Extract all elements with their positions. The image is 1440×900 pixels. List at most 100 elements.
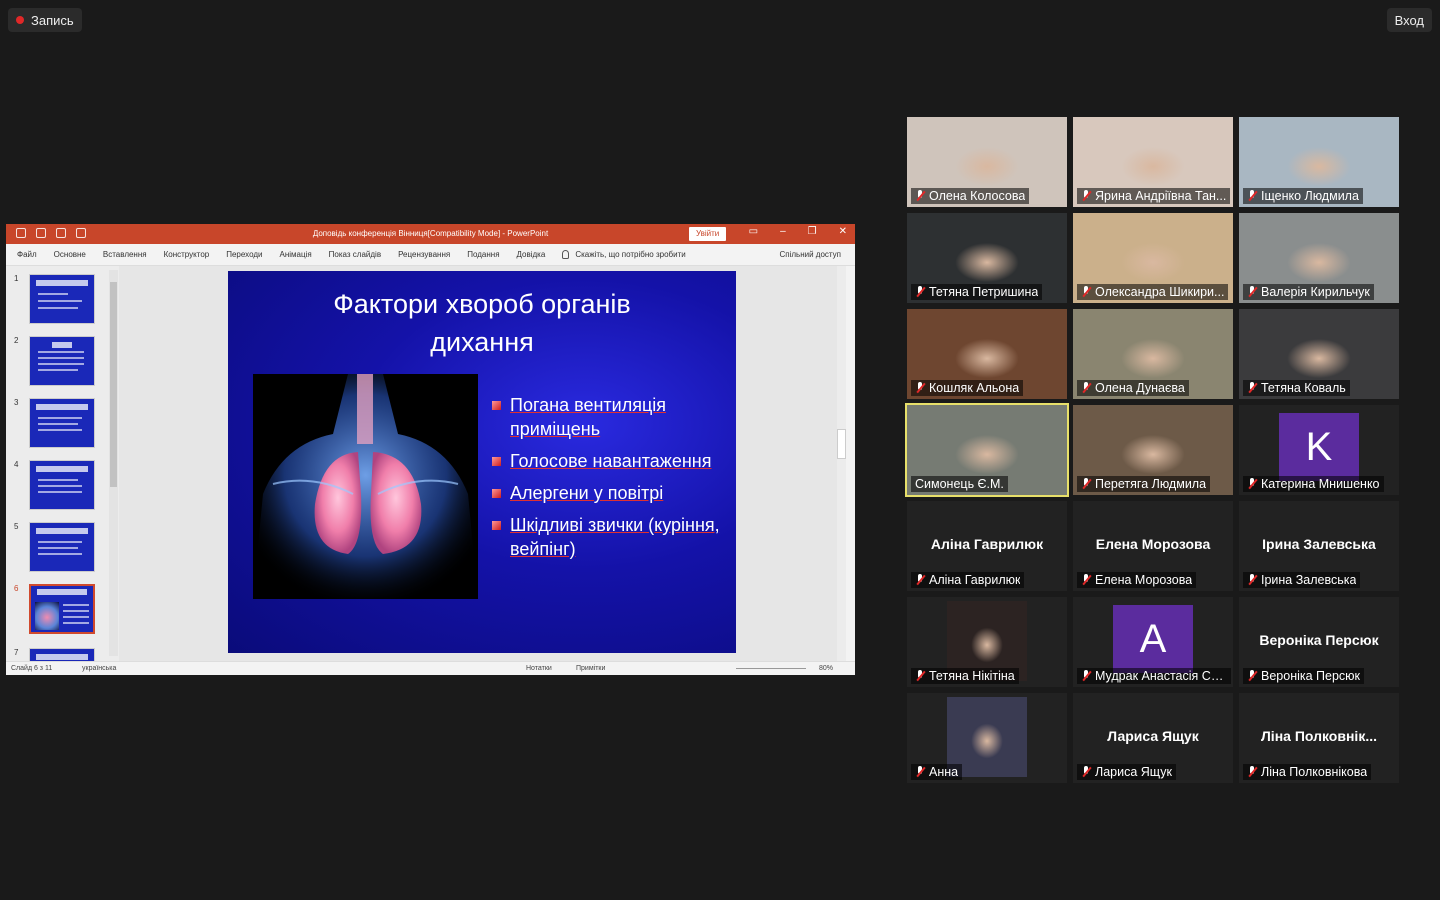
participant-name-label: Ліна Полковнікова [1243, 764, 1372, 780]
participant-tile[interactable]: Ярина Андріївна Тан... [1073, 117, 1233, 207]
slide-bullet-list: Погана вентиляція приміщень Голосове нав… [492, 393, 722, 569]
participant-tile[interactable]: Ліна Полковнік... Ліна Полковнікова [1239, 693, 1399, 783]
muted-mic-icon [1081, 670, 1091, 682]
shared-screen-powerpoint: Доповідь конференція Вінниця[Compatibili… [6, 224, 855, 675]
participant-tile[interactable]: K Катерина Мнишенко [1239, 405, 1399, 495]
participant-display-name: Ірина Залевська [1262, 536, 1376, 552]
participant-tile[interactable]: A Мудрак Анастасія Се... [1073, 597, 1233, 687]
zoom-level[interactable]: 80% [819, 665, 833, 672]
restore-icon[interactable]: ❐ [808, 226, 817, 237]
participant-tile[interactable]: Олена Колосова [907, 117, 1067, 207]
muted-mic-icon [1247, 766, 1257, 778]
muted-mic-icon [1081, 382, 1091, 394]
participant-tile[interactable]: Олександра Шикири... [1073, 213, 1233, 303]
participant-tile[interactable]: Іщенко Людмила [1239, 117, 1399, 207]
participant-name: Вероніка Персюк [1261, 669, 1361, 683]
slide-thumbnail[interactable]: 4 [6, 460, 106, 512]
close-icon[interactable]: ✕ [839, 226, 847, 237]
muted-mic-icon [1081, 766, 1091, 778]
participant-tile[interactable]: Тетяна Петришина [907, 213, 1067, 303]
participant-name-label: Перетяга Людмила [1077, 476, 1211, 492]
view-button[interactable]: Вход [1386, 8, 1432, 32]
share-button[interactable]: Спільний доступ [779, 250, 841, 259]
muted-mic-icon [1247, 478, 1257, 490]
slide-thumbnail[interactable]: 1 [6, 274, 106, 326]
slide-scrollbar[interactable] [837, 266, 846, 661]
slide-thumbnail[interactable]: 3 [6, 398, 106, 450]
tab-slideshow[interactable]: Показ слайдів [329, 250, 381, 259]
ppt-title-bar: Доповідь конференція Вінниця[Compatibili… [6, 224, 855, 244]
tab-file[interactable]: Файл [17, 250, 37, 259]
participant-name: Катерина Мнишенко [1261, 477, 1380, 491]
thumbnail-scrollbar[interactable] [109, 270, 118, 656]
participant-display-name: Ліна Полковнік... [1260, 728, 1377, 744]
minimize-icon[interactable]: – [780, 226, 786, 237]
participant-name: Кошляк Альона [929, 381, 1020, 395]
muted-mic-icon [1081, 286, 1091, 298]
slide-thumbnail-selected[interactable]: 6 [6, 584, 106, 636]
slide-thumbnail[interactable]: 5 [6, 522, 106, 574]
notes-button[interactable]: Нотатки [526, 665, 552, 672]
muted-mic-icon [1081, 190, 1091, 202]
participant-name: Анна [929, 765, 959, 779]
ribbon-display-icon[interactable]: ▭ [749, 226, 758, 237]
participant-name: Аліна Гаврилюк [929, 573, 1021, 587]
lungs-image [253, 374, 478, 599]
participant-tile[interactable]: Кошляк Альона [907, 309, 1067, 399]
slide-thumbnail[interactable]: 2 [6, 336, 106, 388]
muted-mic-icon [1247, 574, 1257, 586]
tab-transitions[interactable]: Переходи [226, 250, 262, 259]
participant-tile[interactable]: Олена Дунаєва [1073, 309, 1233, 399]
participant-tile[interactable]: Аліна Гаврилюк Аліна Гаврилюк [907, 501, 1067, 591]
participant-name: Олена Дунаєва [1095, 381, 1185, 395]
participant-tile[interactable]: Ірина Залевська Ірина Залевська [1239, 501, 1399, 591]
muted-mic-icon [915, 286, 925, 298]
participant-tile[interactable]: Тетяна Нікітіна [907, 597, 1067, 687]
tab-help[interactable]: Довідка [517, 250, 546, 259]
tell-me-search[interactable]: Скажіть, що потрібно зробити [562, 250, 686, 259]
tab-animations[interactable]: Анімація [279, 250, 311, 259]
participant-tile[interactable]: Тетяна Коваль [1239, 309, 1399, 399]
participant-name-label: Тетяна Нікітіна [911, 668, 1019, 684]
slide-counter: Слайд 6 з 11 [11, 665, 53, 672]
sign-in-button[interactable]: Увійти [689, 227, 727, 241]
tab-insert[interactable]: Вставлення [103, 250, 147, 259]
tab-review[interactable]: Рецензування [398, 250, 450, 259]
ppt-status-bar: Слайд 6 з 11 українська Нотатки Примітки… [6, 661, 855, 675]
participant-tile[interactable]: Перетяга Людмила [1073, 405, 1233, 495]
tab-home[interactable]: Основне [54, 250, 86, 259]
participant-tile[interactable]: Лариса Ящук Лариса Ящук [1073, 693, 1233, 783]
ppt-ribbon-tabs: Файл Основне Вставлення Конструктор Пере… [6, 244, 855, 266]
zoom-slider[interactable] [736, 668, 806, 669]
participant-name-label: Олена Колосова [911, 188, 1030, 204]
slide-number: 7 [14, 648, 19, 657]
participant-name: Олена Колосова [929, 189, 1026, 203]
participant-tile[interactable]: Елена Морозова Елена Морозова [1073, 501, 1233, 591]
muted-mic-icon [915, 382, 925, 394]
slide-title-line: дихання [430, 327, 534, 357]
participant-name-label: Симонець Є.М. [911, 476, 1008, 492]
language-indicator[interactable]: українська [82, 665, 116, 672]
recording-indicator[interactable]: Запись [8, 8, 82, 32]
participant-display-name: Вероніка Персюк [1259, 632, 1379, 648]
participant-tile[interactable]: Вероніка Персюк Вероніка Персюк [1239, 597, 1399, 687]
bullet-text: Алергени у повітрі [510, 483, 664, 503]
avatar: A [1113, 605, 1193, 673]
participant-name-label: Олена Дунаєва [1077, 380, 1189, 396]
participant-tile[interactable]: Симонець Є.М. [905, 403, 1069, 497]
current-slide[interactable]: Фактори хвороб органів дихання Погана ве… [228, 271, 736, 653]
ppt-document-title: Доповідь конференція Вінниця[Compatibili… [312, 229, 549, 238]
participant-tile[interactable]: Валерія Кирильчук [1239, 213, 1399, 303]
tab-design[interactable]: Конструктор [164, 250, 210, 259]
participant-name: Ліна Полковнікова [1261, 765, 1368, 779]
slide-thumbnail[interactable]: 7 [6, 648, 106, 661]
comments-button[interactable]: Примітки [576, 665, 605, 672]
participant-tile[interactable]: Анна [907, 693, 1067, 783]
tab-view[interactable]: Подання [467, 250, 499, 259]
participant-name-label: Аліна Гаврилюк [911, 572, 1025, 588]
participant-name-label: Ярина Андріївна Тан... [1077, 188, 1231, 204]
bullet-item: Шкідливі звички (куріння, вейпінг) [492, 513, 722, 561]
muted-mic-icon [1081, 574, 1091, 586]
muted-mic-icon [1081, 478, 1091, 490]
avatar: K [1279, 413, 1359, 481]
